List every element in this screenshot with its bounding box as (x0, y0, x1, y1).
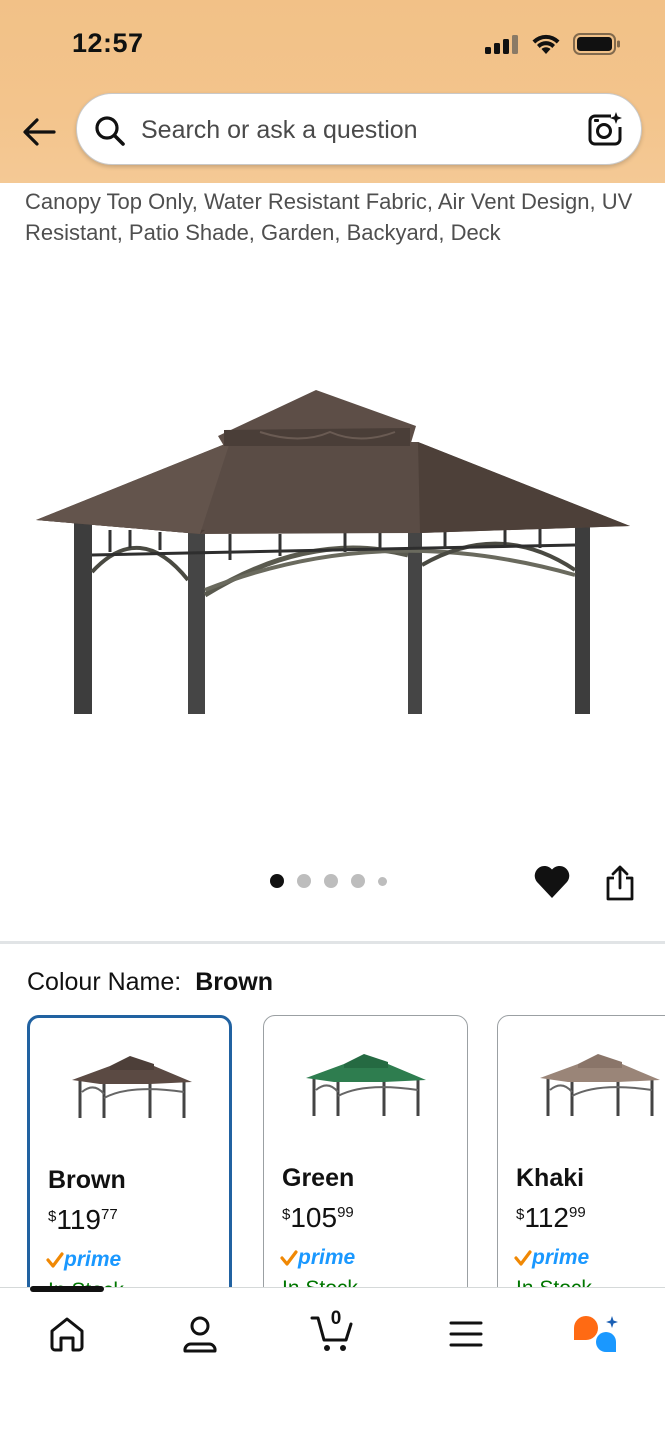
cart-count: 0 (330, 1308, 342, 1329)
carousel-dot[interactable] (297, 874, 311, 888)
prime-check-icon (514, 1250, 532, 1266)
rufus-assistant-icon[interactable] (572, 1314, 620, 1358)
colour-option-brown[interactable]: Brown $11977 prime In Stock (27, 1015, 232, 1305)
carousel-dot[interactable] (378, 876, 387, 886)
prime-label: prime (532, 1246, 590, 1269)
image-carousel-indicator[interactable] (270, 874, 387, 888)
prime-label: prime (298, 1246, 356, 1269)
bottom-navigation: 0 (0, 1287, 665, 1441)
status-time: 12:57 (72, 28, 144, 58)
gazebo-thumbnail-khaki (540, 1054, 660, 1116)
home-icon[interactable] (47, 1314, 87, 1354)
menu-icon[interactable] (448, 1314, 484, 1354)
product-image[interactable] (0, 300, 665, 860)
gazebo-thumbnail-green (306, 1054, 426, 1116)
swatch-name: Green (282, 1164, 355, 1192)
search-input[interactable]: Search or ask a question (141, 116, 418, 145)
prime-badge: prime (514, 1246, 589, 1270)
cart-button[interactable]: 0 (310, 1308, 356, 1356)
wifi-icon (532, 34, 560, 54)
carousel-dot[interactable] (270, 874, 284, 888)
prime-check-icon (280, 1250, 298, 1266)
back-arrow-icon[interactable] (20, 112, 60, 152)
top-header: 12:57 Search or ask a question (0, 0, 665, 183)
search-icon (95, 116, 125, 146)
share-icon[interactable] (603, 864, 637, 902)
camera-search-icon[interactable] (585, 110, 625, 150)
section-divider (0, 941, 665, 944)
swatch-price: $11977 (48, 1204, 118, 1235)
colour-option-green[interactable]: Green $10599 prime In Stock (263, 1015, 468, 1305)
swatch-price: $10599 (282, 1202, 354, 1233)
heart-icon[interactable] (533, 862, 571, 900)
product-title: Canopy Top Only, Water Resistant Fabric,… (25, 189, 633, 245)
gazebo-canopy-image (36, 390, 630, 714)
status-icons (485, 32, 621, 56)
carousel-dot[interactable] (351, 874, 365, 888)
colour-name-row: Colour Name: Brown (27, 968, 273, 997)
account-icon[interactable] (181, 1314, 219, 1354)
swatch-price: $11299 (516, 1202, 586, 1233)
colour-selected-value: Brown (195, 968, 274, 996)
prime-check-icon (46, 1252, 64, 1268)
prime-badge: prime (46, 1248, 121, 1272)
cellular-signal-icon (485, 35, 518, 54)
battery-icon (573, 33, 620, 55)
prime-badge: prime (280, 1246, 355, 1270)
home-indicator (30, 1286, 104, 1292)
prime-label: prime (64, 1248, 122, 1271)
gazebo-thumbnail-brown (72, 1056, 192, 1118)
swatch-name: Khaki (516, 1164, 585, 1192)
colour-option-khaki[interactable]: Khaki $11299 prime In Stock (497, 1015, 665, 1305)
swatch-name: Brown (48, 1166, 126, 1194)
carousel-dot[interactable] (324, 874, 338, 888)
colour-label: Colour Name: (27, 968, 182, 996)
search-bar[interactable]: Search or ask a question (76, 93, 642, 165)
